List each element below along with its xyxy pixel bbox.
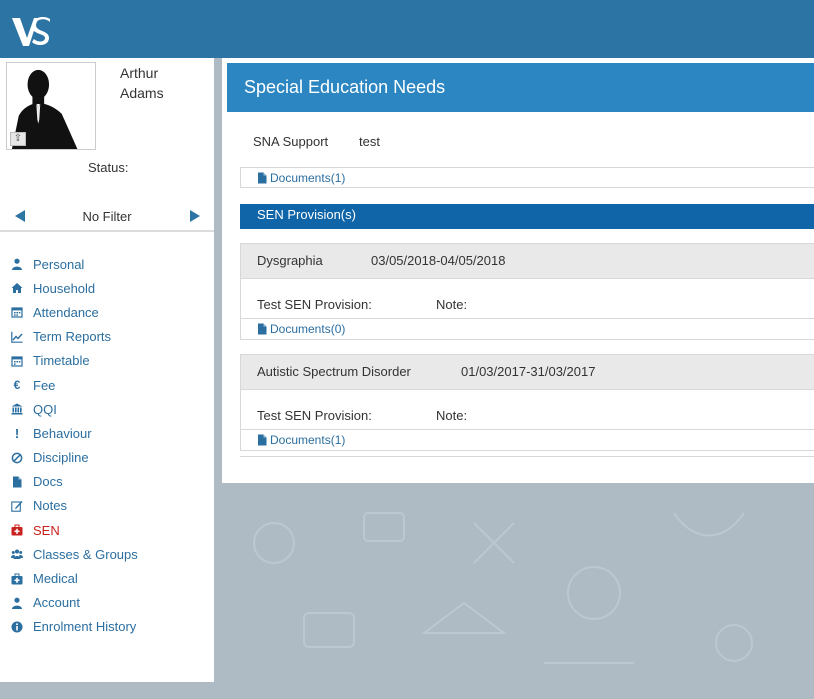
background-pattern (214, 483, 814, 699)
sidebar-item-discipline[interactable]: Discipline (0, 446, 214, 470)
sidebar-item-behaviour[interactable]: ! Behaviour (0, 421, 214, 445)
medkit-icon (10, 523, 24, 537)
sna-support-value: test (359, 134, 380, 149)
sidebar-item-label: Discipline (33, 450, 89, 466)
calendar-icon (10, 305, 24, 319)
student-profile: ⇪ Arthur Adams Status: No Filter (0, 58, 214, 232)
sidebar-item-term-reports[interactable]: Term Reports (0, 325, 214, 349)
sidebar-item-label: Timetable (33, 353, 90, 369)
sidebar: ⇪ Arthur Adams Status: No Filter Persona… (0, 58, 214, 682)
provision-card-footer: Documents(0) (241, 318, 814, 340)
provision-dates: 01/03/2017-31/03/2017 (461, 364, 596, 379)
info-icon (10, 620, 24, 634)
sidebar-item-label: Enrolment History (33, 619, 137, 635)
provision-name: Autistic Spectrum Disorder (257, 364, 411, 379)
medkit-icon (10, 572, 24, 586)
documents-link-label: Documents(1) (270, 433, 346, 447)
status-label: Status: (88, 160, 129, 175)
sidebar-item-label: SEN (33, 522, 60, 538)
doodle-pattern-icon (253, 512, 753, 664)
divider (240, 456, 814, 457)
filter-label: No Filter (82, 209, 132, 224)
sidebar-item-label: Household (33, 280, 96, 296)
group-icon (10, 547, 24, 561)
student-first-name: Arthur (120, 65, 159, 81)
sidebar-item-notes[interactable]: Notes (0, 494, 214, 518)
sidebar-item-enrolment-history[interactable]: Enrolment History (0, 615, 214, 639)
file-icon (258, 434, 267, 446)
bottom-strip (0, 682, 214, 699)
sidebar-item-sen[interactable]: SEN (0, 518, 214, 542)
calendar-icon (10, 354, 24, 368)
provision-note-label: Note: (436, 408, 468, 423)
home-icon (10, 281, 24, 295)
provision-card-header: Dysgraphia 03/05/2018-04/05/2018 (241, 244, 814, 279)
file-icon (258, 172, 267, 184)
provision-label: Test SEN Provision: (257, 408, 372, 423)
exclamation-icon: ! (14, 425, 20, 441)
documents-link-label: Documents(0) (270, 322, 346, 336)
sidebar-item-label: QQI (33, 401, 57, 417)
sidebar-item-medical[interactable]: Medical (0, 566, 214, 590)
sidebar-item-label: Classes & Groups (33, 546, 138, 562)
sidebar-item-docs[interactable]: Docs (0, 470, 214, 494)
provision-documents-link[interactable]: Documents(0) (257, 322, 345, 336)
page-header: Special Education Needs (227, 63, 814, 112)
sidebar-item-household[interactable]: Household (0, 276, 214, 300)
provision-card: Dysgraphia 03/05/2018-04/05/2018 Test SE… (240, 243, 814, 340)
main-panel: Special Education Needs SNA Support test… (222, 58, 814, 483)
file-icon (10, 475, 24, 489)
avatar: ⇪ (6, 62, 96, 150)
line-chart-icon (10, 330, 24, 344)
sen-provisions-header: SEN Provision(s) (240, 204, 814, 229)
sidebar-item-timetable[interactable]: Timetable (0, 349, 214, 373)
student-name: Arthur Adams (120, 63, 210, 103)
sidebar-item-account[interactable]: Account (0, 591, 214, 615)
provision-note-label: Note: (436, 297, 468, 312)
sidebar-item-label: Fee (33, 377, 56, 393)
sen-documents-box: Documents(1) (240, 167, 814, 188)
provision-label: Test SEN Provision: (257, 297, 372, 312)
student-filter: No Filter (0, 204, 214, 232)
sen-documents-link[interactable]: Documents(1) (257, 171, 345, 185)
provision-card: Autistic Spectrum Disorder 01/03/2017-31… (240, 354, 814, 451)
sidebar-item-label: Attendance (33, 304, 99, 320)
provision-documents-link[interactable]: Documents(1) (257, 433, 345, 447)
sidebar-item-label: Personal (33, 256, 85, 272)
sidebar-item-label: Account (33, 595, 80, 611)
page-title: Special Education Needs (244, 77, 446, 97)
sidebar-item-classes-groups[interactable]: Classes & Groups (0, 542, 214, 566)
sidebar-item-attendance[interactable]: Attendance (0, 300, 214, 324)
provision-name: Dysgraphia (257, 253, 323, 268)
top-bar (0, 0, 814, 58)
sidebar-item-personal[interactable]: Personal (0, 252, 214, 276)
vs-logo-icon[interactable] (10, 14, 52, 50)
person-icon (10, 257, 24, 271)
provision-dates: 03/05/2018-04/05/2018 (371, 253, 506, 268)
sna-support-row: SNA Support test (253, 134, 380, 149)
file-icon (258, 323, 267, 335)
sen-provisions-title: SEN Provision(s) (257, 207, 356, 222)
bank-icon (10, 402, 24, 416)
sidebar-item-label: Docs (33, 474, 63, 490)
sidebar-item-qqi[interactable]: QQI (0, 397, 214, 421)
sidebar-item-label: Notes (33, 498, 67, 514)
edit-icon (10, 499, 24, 513)
sna-support-label: SNA Support (253, 134, 329, 149)
documents-link-label: Documents(1) (270, 171, 346, 185)
sidebar-item-fee[interactable]: € Fee (0, 373, 214, 397)
provision-card-footer: Documents(1) (241, 429, 814, 451)
sidebar-nav: Personal Household Attendance Term Repor… (0, 252, 214, 639)
provision-card-header: Autistic Spectrum Disorder 01/03/2017-31… (241, 355, 814, 390)
sidebar-item-label: Medical (33, 571, 78, 587)
next-arrow-icon[interactable] (190, 210, 200, 222)
ban-icon (10, 451, 24, 465)
upload-icon[interactable]: ⇪ (10, 132, 26, 146)
sidebar-item-label: Term Reports (33, 329, 112, 345)
student-last-name: Adams (120, 85, 164, 101)
sidebar-item-label: Behaviour (33, 425, 92, 441)
euro-icon: € (13, 378, 21, 393)
person-icon (10, 596, 24, 610)
